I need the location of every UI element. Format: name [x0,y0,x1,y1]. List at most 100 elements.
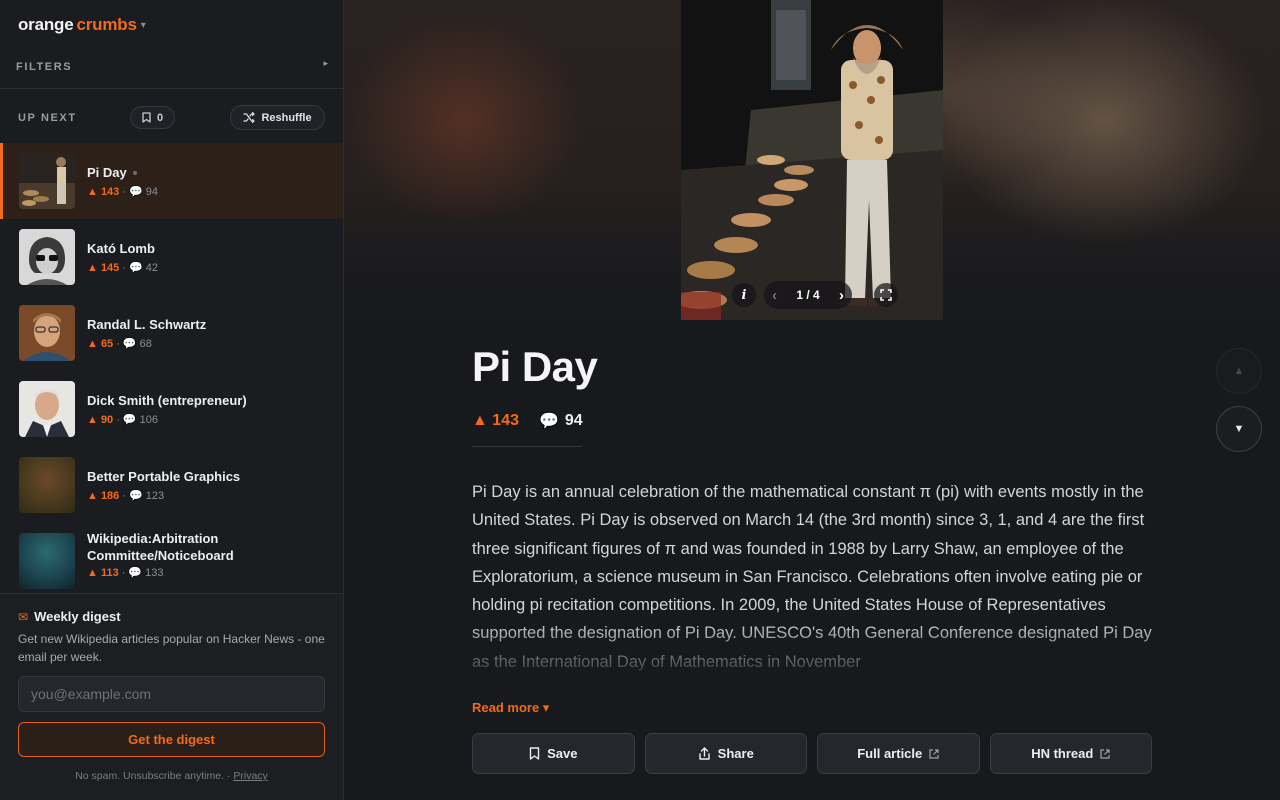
digest-panel: ✉ Weekly digest Get new Wikipedia article… [0,593,343,800]
item-comments: 123 [145,490,165,502]
item-score: ▲ 145 [87,262,120,274]
email-field[interactable] [18,676,325,712]
full-article-label: Full article [857,746,923,761]
share-label: Share [717,746,754,761]
full-article-button[interactable]: Full article [817,733,980,774]
thumbnail [19,153,75,209]
list-item[interactable]: Wikipedia:Arbitration Committee/Noticebo… [0,523,343,593]
up-next-heading: UP NEXT [18,112,77,124]
thumbnail [19,533,75,589]
bookmark-icon [142,112,151,123]
image-controls: i ‹ 1 / 4 › [732,281,898,309]
chevron-right-icon: ▸ [323,58,328,68]
item-title: Dick Smith (entrepreneur) [87,393,247,408]
thumbnail [19,457,75,513]
digest-heading: ✉ Weekly digest [18,609,121,624]
chevron-up-icon: ▲ [1233,365,1245,377]
next-article-button[interactable]: ▼ [1216,406,1262,452]
list-item[interactable]: Better Portable Graphics ▲ 186 · 💬 123 [0,447,343,523]
divider [0,88,343,89]
item-meta: ▲ 113 · 💬 133 [87,567,164,579]
comment-icon: 💬 [122,414,137,426]
info-button[interactable]: i [732,283,756,307]
item-title: Pi Day [87,165,127,180]
divider [472,446,582,447]
item-comments: 42 [145,262,158,274]
save-label: Save [547,746,578,761]
item-score: ▲ 90 [87,414,114,426]
comment-icon: 💬 [538,413,559,430]
bookmarks-button[interactable]: 0 [130,106,175,129]
prev-image-button[interactable]: ‹ [772,287,777,304]
up-next-list: Pi Day ▲ 143 · 💬 94 Kató Lomb ▲ 145 · 💬 … [0,143,343,593]
item-score: ▲ 186 [87,490,120,502]
reshuffle-button[interactable]: Reshuffle [230,105,325,130]
item-title: Randal L. Schwartz [87,317,207,332]
comment-icon: 💬 [122,338,137,350]
list-item[interactable]: Dick Smith (entrepreneur) ▲ 90 · 💬 106 [0,371,343,447]
list-item[interactable]: Kató Lomb ▲ 145 · 💬 42 [0,219,343,295]
external-link-icon [1100,748,1110,759]
article-stats: ▲ 143 💬 94 [472,411,583,431]
filters-toggle[interactable]: FILTERS ▸ [16,57,328,73]
filters-label: FILTERS [16,61,73,73]
action-bar: Save Share Full article HN thread [472,733,1152,774]
save-button[interactable]: Save [472,733,635,774]
summary-fade [472,620,1152,676]
comment-icon: 💬 [128,490,143,502]
next-image-button[interactable]: › [839,287,844,304]
article-image[interactable] [681,0,943,320]
envelope-icon: ✉ [18,610,29,624]
article-comments: 94 [564,412,583,429]
item-score: ▲ 143 [87,186,120,198]
bookmark-count: 0 [156,111,164,124]
article-score: ▲ 143 [472,412,519,429]
shuffle-icon [243,112,256,123]
read-more-button[interactable]: Read more ▾ [472,700,549,716]
item-title: Better Portable Graphics [87,469,241,484]
list-item[interactable]: Randal L. Schwartz ▲ 65 · 💬 68 [0,295,343,371]
share-button[interactable]: Share [644,733,807,774]
thumbnail [19,381,75,437]
unread-dot [132,171,137,175]
item-comments: 94 [145,186,158,198]
brand-part2: crumbs [76,15,137,34]
article-title: Pi Day [472,343,598,390]
item-meta: ▲ 65 · 💬 68 [87,338,152,350]
item-score: ▲ 113 [87,567,119,579]
info-icon: i [741,287,747,303]
item-comments: 106 [139,414,158,426]
digest-description: Get new Wikipedia articles popular on Ha… [18,632,325,664]
digest-foot-text: No spam. Unsubscribe anytime. · [75,770,231,782]
app: orange crumbs ▾ FILTERS ▸ UP NEXT 0 Reshuf… [0,0,1280,800]
item-meta: ▲ 90 · 💬 106 [87,414,158,426]
reshuffle-label: Reshuffle [261,111,312,124]
image-pager: ‹ 1 / 4 › [764,281,852,309]
chevron-down-icon: ▼ [1233,423,1245,435]
thumbnail [19,305,75,361]
item-title: Kató Lomb [87,241,155,256]
item-score: ▲ 65 [87,338,114,350]
fullscreen-button[interactable] [874,283,898,307]
item-meta: ▲ 145 · 💬 42 [87,262,158,274]
share-icon [698,747,710,760]
article-comments-stat: 💬 94 [539,411,583,431]
chevron-down-icon: ▾ [140,20,146,31]
item-meta: ▲ 143 · 💬 94 [87,186,158,198]
list-item[interactable]: Pi Day ▲ 143 · 💬 94 [0,143,343,219]
article-view: i ‹ 1 / 4 › Pi Day ▲ 143 💬 94 Pi Day is a… [344,0,1280,800]
brand-part1: orange [18,15,74,34]
previous-article-button[interactable]: ▲ [1216,348,1262,394]
comment-icon: 💬 [128,186,143,198]
hn-thread-button[interactable]: HN thread [989,733,1152,774]
digest-footer: No spam. Unsubscribe anytime. · Privacy [0,770,343,782]
item-comments: 68 [139,338,152,350]
item-title: Wikipedia:Arbitration Committee/Noticebo… [87,531,234,563]
comment-icon: 💬 [128,567,143,579]
external-link-icon [929,748,939,759]
get-digest-button[interactable]: Get the digest [18,722,325,757]
item-comments: 133 [145,567,164,579]
item-meta: ▲ 186 · 💬 123 [87,490,165,502]
brand-menu[interactable]: orange crumbs ▾ [18,15,146,35]
privacy-link[interactable]: Privacy [233,770,267,782]
